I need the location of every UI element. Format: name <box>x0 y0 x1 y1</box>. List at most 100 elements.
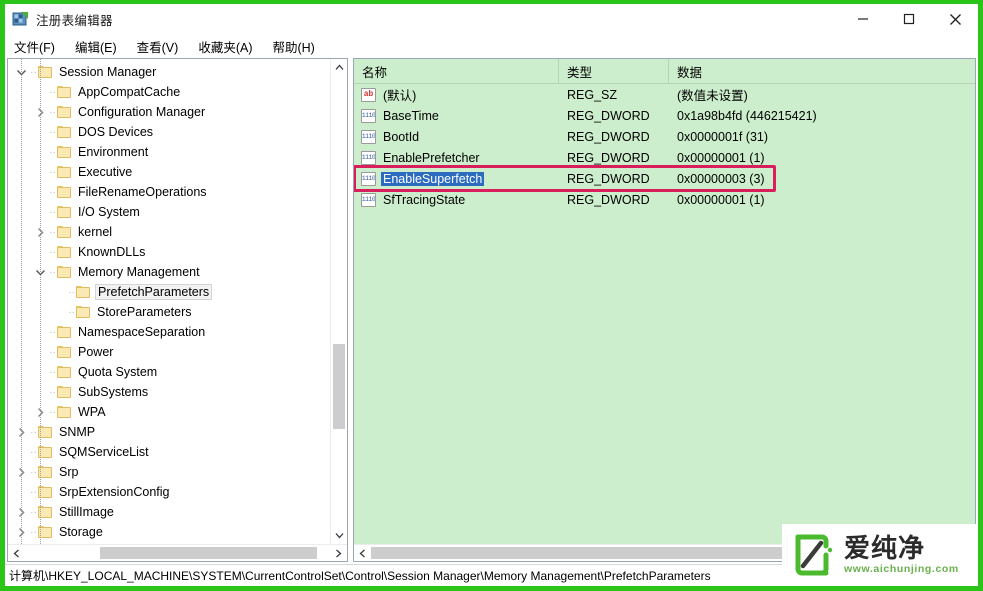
tree-node-label: SNMP <box>59 425 96 439</box>
tree-node-label: NamespaceSeparation <box>78 325 206 339</box>
tree-line-icon <box>52 282 67 302</box>
tree-node[interactable]: ·· PrefetchParameters <box>8 282 330 302</box>
value-name-cell: ab (默认) <box>354 85 559 104</box>
title-bar: 注册表编辑器 <box>5 4 978 34</box>
tree-connector-icon: ·· <box>49 206 56 218</box>
window-controls <box>840 4 978 34</box>
tree-scroll-track[interactable] <box>331 76 347 527</box>
tree-node-label: Quota System <box>78 365 158 379</box>
tree-node-label: KnownDLLs <box>78 245 146 259</box>
tree-node[interactable]: ·· Power <box>8 342 330 362</box>
tree-hscroll-track[interactable] <box>25 545 330 561</box>
tree-node-label: PrefetchParameters <box>95 284 213 300</box>
tree-node-label: Power <box>78 345 114 359</box>
tree-connector-icon: ·· <box>49 246 56 258</box>
folder-icon <box>57 125 73 139</box>
tree-node[interactable]: ·· StillImage <box>8 502 330 522</box>
maximize-icon[interactable] <box>886 4 932 34</box>
folder-icon <box>57 365 73 379</box>
tree-node-label: SrpExtensionConfig <box>59 485 170 499</box>
registry-values-pane: 名称 类型 数据 ab (默认) REG_SZ (数值未设置) 011100 BaseTi… <box>353 58 976 562</box>
tree-node[interactable]: ·· Configuration Manager <box>8 102 330 122</box>
tree-node[interactable]: ·· DOS Devices <box>8 122 330 142</box>
value-type-cell: REG_DWORD <box>567 171 650 186</box>
tree-connector-icon: ·· <box>49 326 56 338</box>
tree-node-label: WPA <box>78 405 106 419</box>
value-type-cell: REG_DWORD <box>567 129 650 144</box>
tree-node-label: Memory Management <box>78 265 200 279</box>
menu-item-0[interactable]: 文件(F) <box>14 35 64 58</box>
tree-node[interactable]: ·· Executive <box>8 162 330 182</box>
window-frame: 注册表编辑器 文件(F) 编辑(E) 查看(V) 收藏夹(A) 帮助(H) ·· Ses <box>0 0 983 591</box>
table-row[interactable]: 011100 SfTracingState REG_DWORD 0x00000001 … <box>354 189 975 210</box>
column-header-name[interactable]: 名称 <box>354 59 559 83</box>
tree-node[interactable]: ·· KnownDLLs <box>8 242 330 262</box>
registry-tree[interactable]: ·· Session Manager ·· AppCompatCache ·· Confi… <box>8 59 330 544</box>
tree-node-label: Environment <box>78 145 149 159</box>
value-name-cell: 011100 BaseTime <box>354 108 559 123</box>
table-row[interactable]: ab (默认) REG_SZ (数值未设置) <box>354 84 975 105</box>
registry-editor-window: 注册表编辑器 文件(F) 编辑(E) 查看(V) 收藏夹(A) 帮助(H) ·· Ses <box>5 4 978 586</box>
registry-values-list[interactable]: ab (默认) REG_SZ (数值未设置) 011100 BaseTime REG_DWO… <box>354 84 975 544</box>
value-type-cell: REG_DWORD <box>567 108 650 123</box>
table-row[interactable]: 011100 BootId REG_DWORD 0x0000001f (31) <box>354 126 975 147</box>
close-icon[interactable] <box>932 4 978 34</box>
menu-item-1[interactable]: 编辑(E) <box>75 35 126 58</box>
string-value-icon: ab <box>361 87 376 102</box>
menu-item-3[interactable]: 收藏夹(A) <box>198 35 261 58</box>
tree-node[interactable]: ·· SrpExtensionConfig <box>8 482 330 502</box>
tree-node[interactable]: ·· StoreParameters <box>8 302 330 322</box>
value-data-cell: 0x00000003 (3) <box>677 171 765 186</box>
value-name-label: BaseTime <box>383 108 439 123</box>
tree-node-label: Configuration Manager <box>78 105 206 119</box>
tree-node[interactable]: ·· NamespaceSeparation <box>8 322 330 342</box>
tree-node[interactable]: ·· SNMP <box>8 422 330 442</box>
scroll-up-icon[interactable] <box>331 59 347 76</box>
value-name-label: BootId <box>383 129 420 144</box>
tree-hscroll-thumb[interactable] <box>100 547 317 559</box>
minimize-icon[interactable] <box>840 4 886 34</box>
folder-icon <box>76 285 92 299</box>
scroll-left-icon[interactable] <box>8 545 25 561</box>
column-header-data[interactable]: 数据 <box>669 59 975 83</box>
tree-node[interactable]: ·· FileRenameOperations <box>8 182 330 202</box>
tree-node[interactable]: ·· SQMServiceList <box>8 442 330 462</box>
dword-value-icon: 011100 <box>361 192 376 207</box>
status-bar-path: 计算机\HKEY_LOCAL_MACHINE\SYSTEM\CurrentCon… <box>9 569 711 583</box>
list-scroll-left-icon[interactable] <box>354 545 371 561</box>
column-header-type[interactable]: 类型 <box>559 59 669 83</box>
menu-item-4[interactable]: 帮助(H) <box>272 35 323 58</box>
tree-connector-icon: ·· <box>49 366 56 378</box>
aichunjing-logo-icon <box>792 533 836 577</box>
tree-node[interactable]: ·· Memory Management <box>8 262 330 282</box>
tree-node-label: kernel <box>78 225 113 239</box>
registry-tree-pane: ·· Session Manager ·· AppCompatCache ·· Confi… <box>7 58 348 562</box>
table-row[interactable]: 011100 EnableSuperfetch REG_DWORD 0x0000000… <box>354 168 975 189</box>
tree-connector-icon: ·· <box>49 406 56 418</box>
dword-value-icon: 011100 <box>361 171 376 186</box>
tree-guide-line <box>40 59 41 544</box>
menu-item-2[interactable]: 查看(V) <box>137 35 188 58</box>
tree-node[interactable]: ·· Session Manager <box>8 62 330 82</box>
tree-node[interactable]: ·· Srp <box>8 462 330 482</box>
tree-node[interactable]: ·· I/O System <box>8 202 330 222</box>
tree-node-label: AppCompatCache <box>78 85 181 99</box>
tree-horizontal-scrollbar[interactable] <box>8 544 347 561</box>
tree-node[interactable]: ·· Environment <box>8 142 330 162</box>
tree-connector-icon: ·· <box>49 86 56 98</box>
scroll-down-icon[interactable] <box>331 527 347 544</box>
table-row[interactable]: 011100 BaseTime REG_DWORD 0x1a98b4fd (44621… <box>354 105 975 126</box>
tree-node[interactable]: ·· SubSystems <box>8 382 330 402</box>
tree-scroll-thumb[interactable] <box>333 344 345 429</box>
tree-node[interactable]: ·· Storage <box>8 522 330 542</box>
tree-node[interactable]: ·· WPA <box>8 402 330 422</box>
value-name-cell: 011100 SfTracingState <box>354 192 559 207</box>
tree-connector-icon: ·· <box>68 286 75 298</box>
scroll-right-icon[interactable] <box>330 545 347 561</box>
value-data-cell: 0x00000001 (1) <box>677 192 765 207</box>
tree-node[interactable]: ·· AppCompatCache <box>8 82 330 102</box>
tree-node[interactable]: ·· Quota System <box>8 362 330 382</box>
tree-node[interactable]: ·· kernel <box>8 222 330 242</box>
table-row[interactable]: 011100 EnablePrefetcher REG_DWORD 0x0000000… <box>354 147 975 168</box>
tree-vertical-scrollbar[interactable] <box>330 59 347 544</box>
